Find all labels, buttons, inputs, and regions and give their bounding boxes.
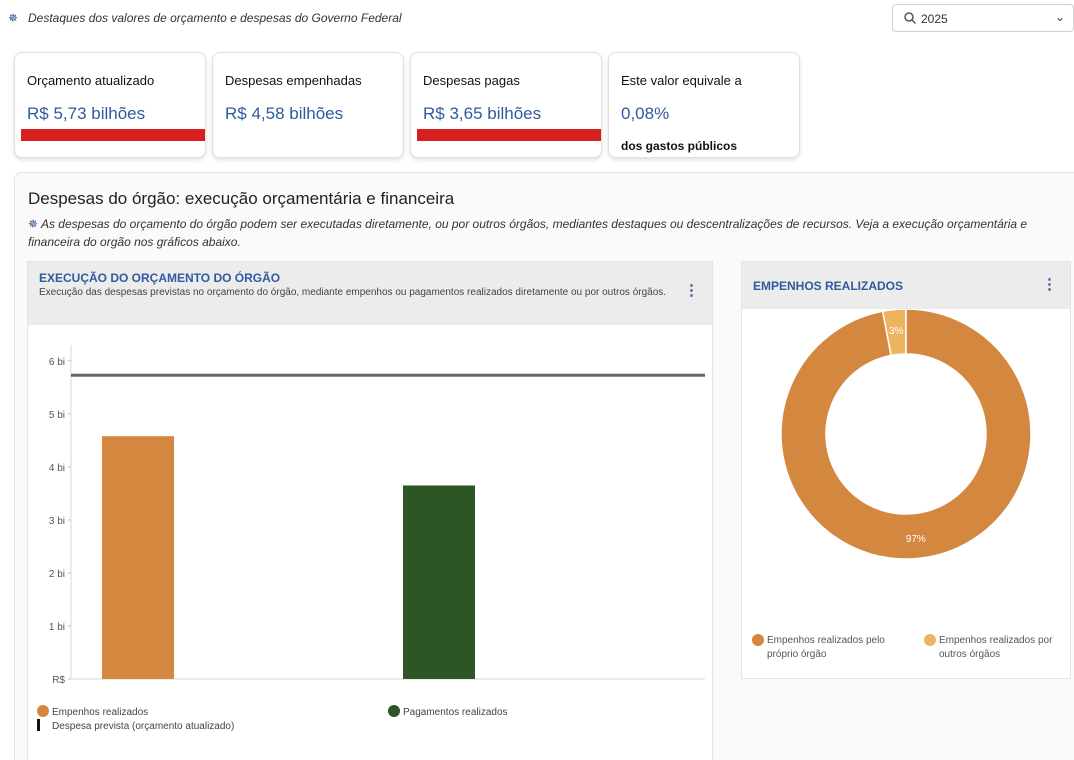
year-select[interactable]: 2025 ⌄ xyxy=(892,4,1074,32)
legend-swatch-empenhos xyxy=(37,705,49,717)
donut-chart-title: EMPENHOS REALIZADOS xyxy=(753,279,904,293)
bar-chart-title: EXECUÇÃO DO ORÇAMENTO DO ÓRGÃO xyxy=(39,271,281,285)
card-despesas-empenhadas: Despesas empenhadas R$ 4,58 bilhões xyxy=(212,52,404,158)
legend-label-pagamentos: Pagamentos realizados xyxy=(403,707,508,718)
slice-data-label: 97% xyxy=(906,534,926,545)
legend-label-proprio-line2: próprio órgão xyxy=(767,649,827,660)
legend-swatch-pagamentos xyxy=(388,705,400,717)
search-icon xyxy=(904,12,917,25)
card-note: dos gastos públicos xyxy=(621,139,738,153)
legend-label-proprio-line1: Empenhos realizados pelo xyxy=(767,635,885,646)
card-label: Este valor equivale a xyxy=(621,73,742,88)
donut-chart-card: EMPENHOS REALIZADOS ⋮ 3% 97% Empenhos rea… xyxy=(741,261,1071,679)
legend-label-prevista: Despesa prevista (orçamento atualizado) xyxy=(52,721,234,732)
execution-panel: Despesas do órgão: execução orçamentária… xyxy=(14,172,1074,760)
y-tick-label: 3 bi xyxy=(49,516,65,527)
card-label: Despesas pagas xyxy=(423,73,520,88)
top-bar: ✵ Destaques dos valores de orçamento e d… xyxy=(0,0,1074,38)
y-tick-label: 6 bi xyxy=(49,357,65,368)
bar-chart: R$ 1 bi 2 bi 3 bi 4 bi 5 bi 6 bi Empenhos real… xyxy=(37,345,705,732)
y-tick-label: R$ xyxy=(52,675,65,686)
legend-label-empenhos: Empenhos realizados xyxy=(52,707,148,718)
card-percentual-gastos: Este valor equivale a 0,08% dos gastos p… xyxy=(608,52,800,158)
bar-chart-subtitle: Execução das despesas previstas no orçam… xyxy=(39,287,667,298)
chevron-down-icon[interactable]: ⌄ xyxy=(1055,10,1065,24)
card-red-bar xyxy=(21,129,205,141)
donut-chart: 3% 97% Empenhos realizados pelo próprio ó… xyxy=(752,309,1053,660)
y-tick-label: 5 bi xyxy=(49,410,65,421)
card-value: R$ 5,73 bilhões xyxy=(27,104,146,123)
legend-swatch-prevista xyxy=(37,719,40,731)
card-label: Orçamento atualizado xyxy=(27,73,155,88)
legend-label-outros-line1: Empenhos realizados por xyxy=(939,635,1053,646)
highlight-wand-icon: ✵ xyxy=(28,217,39,231)
card-value: R$ 3,65 bilhões xyxy=(423,104,542,123)
section-description-text: As despesas do orçamento do órgão podem … xyxy=(28,217,1028,249)
donut-chart-header: EMPENHOS REALIZADOS ⋮ xyxy=(742,262,1070,309)
card-red-bar xyxy=(417,129,601,141)
donut-slice-proprio-orgao[interactable] xyxy=(780,309,1032,560)
section-description: ✵ As despesas do orçamento do órgão pode… xyxy=(28,215,1048,251)
card-label: Despesas empenhadas xyxy=(225,73,362,88)
card-value: 0,08% xyxy=(621,104,670,123)
card-despesas-pagas: Despesas pagas R$ 3,65 bilhões xyxy=(410,52,602,158)
y-tick-label: 4 bi xyxy=(49,463,65,474)
legend-swatch-proprio xyxy=(752,634,764,646)
bar-pagamentos-realizados[interactable] xyxy=(403,485,475,679)
slice-data-label: 3% xyxy=(889,326,904,337)
bar-chart-header: EXECUÇÃO DO ORÇAMENTO DO ÓRGÃO Execução … xyxy=(28,262,712,325)
year-value: 2025 xyxy=(921,12,948,26)
more-options-icon[interactable]: ⋮ xyxy=(1042,277,1057,292)
page-subtitle: Destaques dos valores de orçamento e des… xyxy=(28,11,402,25)
bar-empenhos-realizados[interactable] xyxy=(102,436,174,679)
more-options-icon[interactable]: ⋮ xyxy=(684,283,699,298)
bar-chart-card: EXECUÇÃO DO ORÇAMENTO DO ÓRGÃO Execução … xyxy=(27,261,713,760)
card-value: R$ 4,58 bilhões xyxy=(225,104,344,123)
highlight-wand-icon: ✵ xyxy=(8,11,19,25)
section-title: Despesas do órgão: execução orçamentária… xyxy=(28,189,455,208)
card-orcamento-atualizado: Orçamento atualizado R$ 5,73 bilhões xyxy=(14,52,206,158)
y-tick-label: 2 bi xyxy=(49,569,65,580)
legend-swatch-outros xyxy=(924,634,936,646)
y-tick-label: 1 bi xyxy=(49,622,65,633)
legend-label-outros-line2: outros órgãos xyxy=(939,649,1000,660)
